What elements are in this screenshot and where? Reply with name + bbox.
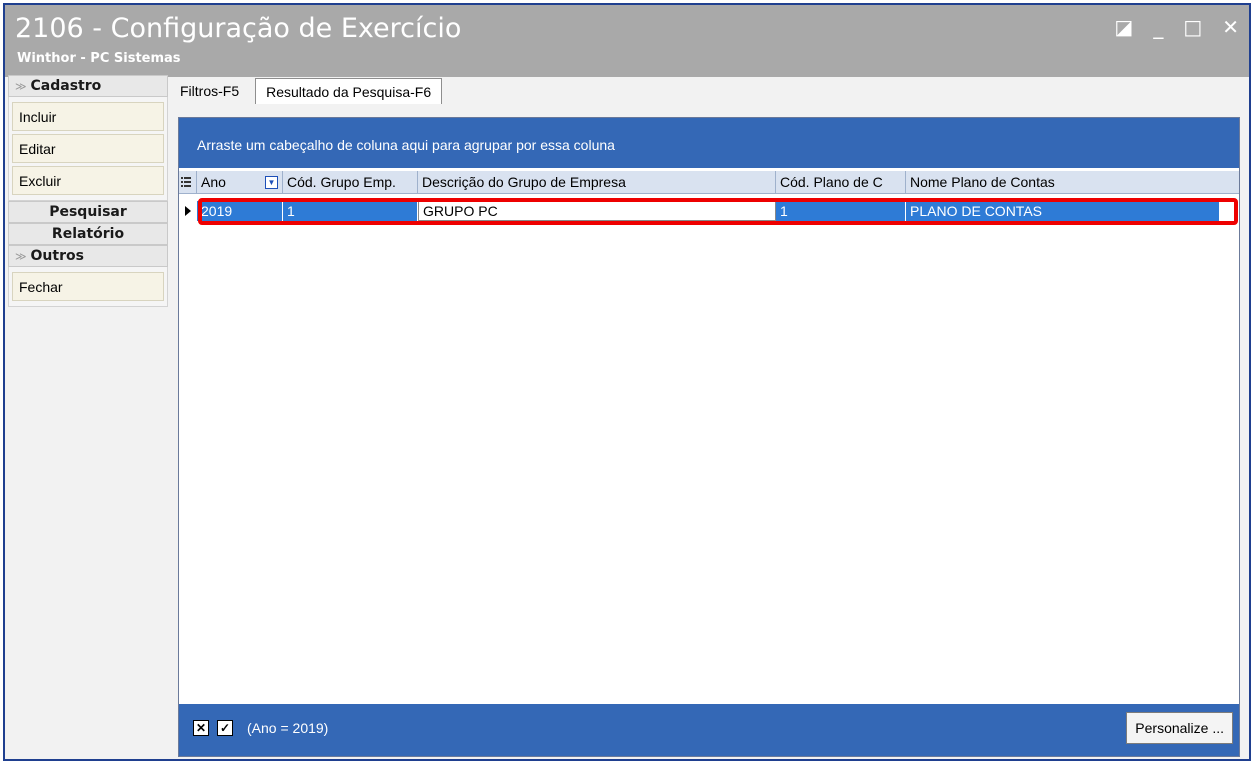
cell-cod-plano[interactable]: 1: [776, 201, 906, 221]
filter-icon[interactable]: ▼: [265, 175, 278, 189]
cell-nome-plano[interactable]: PLANO DE CONTAS: [906, 201, 1219, 221]
column-header-ano-label: Ano: [201, 174, 226, 190]
filter-expression[interactable]: (Ano = 2019): [247, 720, 328, 736]
section-pesquisar[interactable]: Pesquisar: [8, 201, 168, 223]
column-header-row: Ano ▼ Cód. Grupo Emp. Descrição do Grupo…: [179, 171, 1239, 194]
section-outros[interactable]: ≫ Outros: [8, 245, 168, 267]
section-outros-label: Outros: [30, 248, 84, 264]
column-header-nome-plano[interactable]: Nome Plano de Contas: [906, 171, 1239, 193]
column-header-descricao[interactable]: Descrição do Grupo de Empresa: [418, 171, 776, 193]
maximize-icon[interactable]: □: [1183, 17, 1202, 37]
incluir-button[interactable]: Incluir: [12, 102, 164, 131]
excluir-button[interactable]: Excluir: [12, 166, 164, 195]
editar-button[interactable]: Editar: [12, 134, 164, 163]
sidebar: ≫ Cadastro Incluir Editar Excluir Pesqui…: [8, 75, 168, 307]
group-by-panel[interactable]: Arraste um cabeçalho de coluna aqui para…: [179, 118, 1239, 168]
cell-descricao[interactable]: GRUPO PC: [418, 201, 776, 221]
restore-icon[interactable]: ◪: [1114, 17, 1133, 37]
window-title: 2106 - Configuração de Exercício: [15, 13, 462, 44]
column-header-ano[interactable]: Ano ▼: [197, 171, 283, 193]
row-indicator-icon: [179, 201, 197, 221]
window-controls: ◪ _ □ ✕: [1114, 17, 1239, 37]
chevron-collapse-icon: ≫: [15, 249, 27, 263]
section-relatorio[interactable]: Relatório: [8, 223, 168, 245]
fechar-button[interactable]: Fechar: [12, 272, 164, 301]
title-bar: 2106 - Configuração de Exercício Winthor…: [5, 5, 1249, 77]
cadastro-items: Incluir Editar Excluir: [8, 97, 168, 201]
filter-footer: ✕ ✓ (Ano = 2019) Personalize ...: [179, 704, 1239, 756]
group-by-hint: Arraste um cabeçalho de coluna aqui para…: [197, 137, 615, 153]
chevron-collapse-icon: ≫: [15, 79, 27, 93]
results-grid: Arraste um cabeçalho de coluna aqui para…: [178, 117, 1240, 757]
filter-enabled-checkbox[interactable]: ✓: [217, 720, 233, 736]
column-header-cod-grupo[interactable]: Cód. Grupo Emp.: [283, 171, 418, 193]
outros-items: Fechar: [8, 267, 168, 307]
table-row[interactable]: 2019 1 GRUPO PC 1 PLANO DE CONTAS: [179, 201, 1239, 221]
tab-resultado[interactable]: Resultado da Pesquisa-F6: [255, 78, 443, 104]
cell-ano[interactable]: 2019: [197, 201, 283, 221]
close-icon[interactable]: ✕: [1222, 17, 1239, 37]
window-subtitle: Winthor - PC Sistemas: [17, 51, 181, 66]
tab-bar: Filtros-F5 Resultado da Pesquisa-F6: [170, 76, 443, 104]
clear-filter-icon[interactable]: ✕: [193, 720, 209, 736]
minimize-icon[interactable]: _: [1153, 17, 1163, 37]
column-chooser-icon[interactable]: [179, 171, 197, 193]
personalize-button[interactable]: Personalize ...: [1126, 712, 1233, 744]
tab-filtros[interactable]: Filtros-F5: [170, 78, 249, 104]
section-cadastro[interactable]: ≫ Cadastro: [8, 75, 168, 97]
cell-cod-grupo[interactable]: 1: [283, 201, 418, 221]
column-header-cod-plano[interactable]: Cód. Plano de C: [776, 171, 906, 193]
section-cadastro-label: Cadastro: [30, 78, 102, 94]
